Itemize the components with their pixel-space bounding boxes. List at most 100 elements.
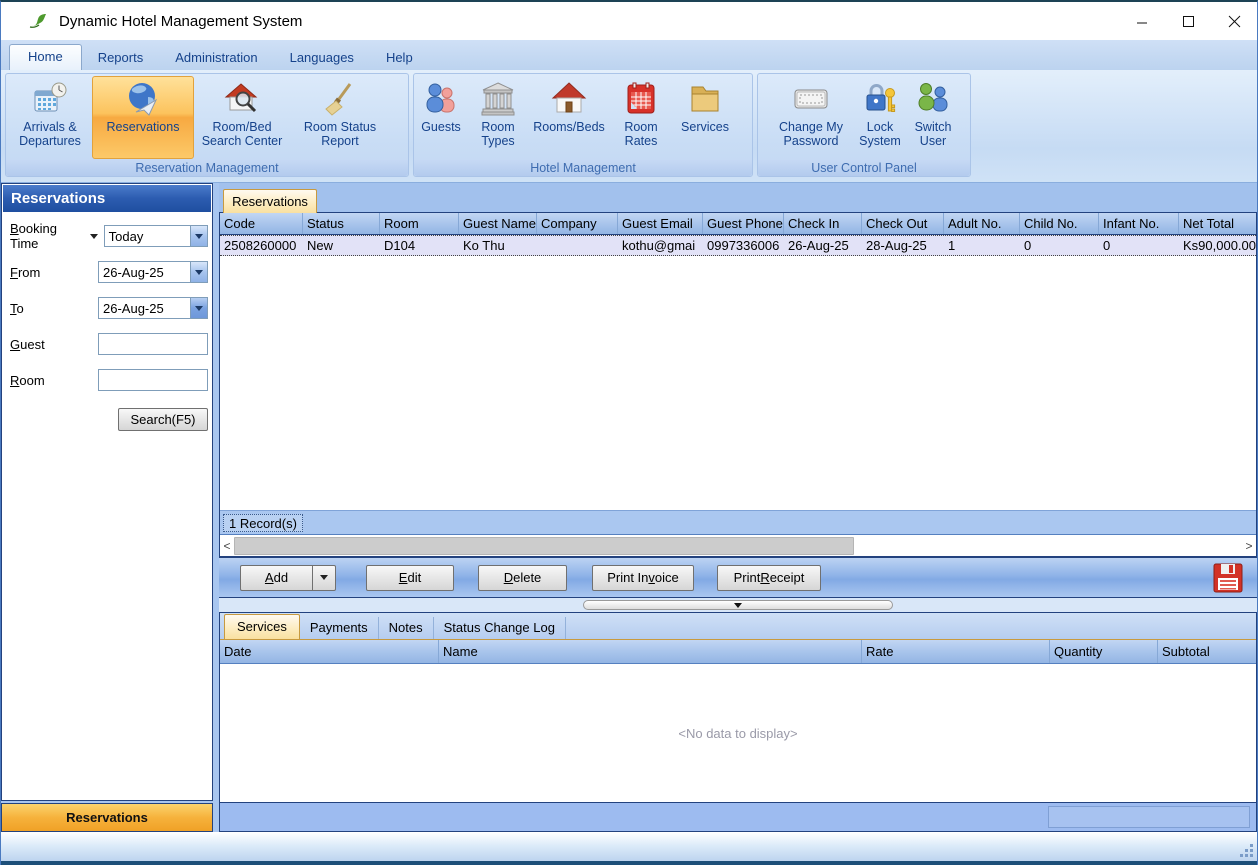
column-header[interactable]: Name (439, 640, 862, 663)
tab-languages[interactable]: Languages (274, 46, 370, 70)
column-header[interactable]: Rate (862, 640, 1050, 663)
column-header[interactable]: Check Out (862, 213, 944, 234)
from-date-dropdown-button[interactable] (190, 262, 207, 282)
column-header[interactable]: Room (380, 213, 459, 234)
column-header[interactable]: Subtotal (1158, 640, 1256, 663)
folder-icon (687, 81, 723, 117)
resize-grip[interactable] (1238, 842, 1253, 857)
column-header[interactable]: Guest Phone (703, 213, 784, 234)
column-header[interactable]: Company (537, 213, 618, 234)
guest-input[interactable] (98, 333, 208, 355)
from-date-combo[interactable]: 26-Aug-25 (98, 261, 208, 283)
room-rates-button[interactable]: Room Rates (608, 76, 674, 159)
to-date-dropdown-button[interactable] (190, 298, 207, 318)
grid-header-row: Code Status Room Guest Name Company Gues… (220, 213, 1256, 235)
add-button[interactable]: Add (240, 565, 312, 591)
lock-system-button[interactable]: Lock System (856, 76, 904, 159)
rate-calendar-icon (623, 81, 659, 117)
ribbon: Arrivals & Departures Reservations (1, 70, 1257, 183)
calendar-clock-icon (32, 81, 68, 117)
ribbon-button-label: Reservations (107, 120, 180, 134)
tab-reports[interactable]: Reports (82, 46, 160, 70)
tab-home[interactable]: Home (9, 44, 82, 70)
maximize-button[interactable] (1165, 6, 1211, 36)
table-row[interactable]: 2508260000 New D104 Ko Thu kothu@gmai 09… (220, 235, 1256, 256)
column-header[interactable]: Check In (784, 213, 862, 234)
search-sidebar: Reservations Booking Time Today From 26-… (1, 183, 213, 832)
change-password-button[interactable]: Change My Password (766, 76, 856, 159)
detail-tab-strip: Services Payments Notes Status Change Lo… (220, 613, 1256, 639)
rooms-beds-button[interactable]: Rooms/Beds (530, 76, 608, 159)
column-header[interactable]: Child No. (1020, 213, 1099, 234)
password-icon (789, 81, 833, 117)
column-header[interactable]: Guest Name (459, 213, 537, 234)
ribbon-button-label: Room/Bed Search Center (195, 120, 289, 148)
cell-child-no: 0 (1020, 236, 1099, 255)
column-header[interactable]: Code (220, 213, 303, 234)
scroll-left-icon[interactable]: < (220, 536, 234, 556)
room-status-report-button[interactable]: Room Status Report (290, 76, 390, 159)
edit-button[interactable]: Edit (366, 565, 454, 591)
reservations-grid-tab[interactable]: Reservations (223, 189, 317, 213)
column-header[interactable]: Date (220, 640, 439, 663)
tab-services[interactable]: Services (224, 614, 300, 639)
column-header[interactable]: Adult No. (944, 213, 1020, 234)
print-receipt-button[interactable]: Print Receipt (717, 565, 821, 591)
group-caption: User Control Panel (758, 160, 970, 176)
column-header[interactable]: Status (303, 213, 380, 234)
column-header[interactable]: Infant No. (1099, 213, 1179, 234)
status-bar (1, 832, 1257, 861)
ribbon-button-label: Room Status Report (291, 120, 389, 148)
cell-guest-email: kothu@gmai (618, 236, 703, 255)
add-dropdown-button[interactable] (312, 565, 336, 591)
to-date-combo[interactable]: 26-Aug-25 (98, 297, 208, 319)
group-caption: Hotel Management (414, 160, 752, 176)
tab-help[interactable]: Help (370, 46, 429, 70)
scrollbar-thumb[interactable] (234, 537, 854, 555)
delete-button[interactable]: Delete (478, 565, 567, 591)
nav-reservations-button[interactable]: Reservations (1, 803, 213, 832)
arrivals-departures-button[interactable]: Arrivals & Departures (8, 76, 92, 159)
collapse-splitter-handle[interactable] (583, 600, 893, 610)
search-button[interactable]: Search(F5) (118, 408, 208, 431)
minimize-button[interactable] (1119, 6, 1165, 36)
services-button[interactable]: Services (674, 76, 736, 159)
room-types-button[interactable]: Room Types (466, 76, 530, 159)
cell-code: 2508260000 (220, 236, 303, 255)
tab-status-change-log[interactable]: Status Change Log (434, 617, 566, 639)
reservations-button[interactable]: Reservations (92, 76, 194, 159)
detail-empty-area: <No data to display> (220, 664, 1256, 802)
print-invoice-button[interactable]: Print Invoice (592, 565, 694, 591)
main-panel: Reservations Code Status Room Guest Name… (219, 183, 1257, 832)
booking-time-dropdown-button[interactable] (190, 226, 207, 246)
house-search-icon (224, 81, 260, 117)
room-input[interactable] (98, 369, 208, 391)
ribbon-button-label: Room Rates (609, 120, 673, 148)
ribbon-button-label: Switch User (905, 120, 961, 148)
save-export-button[interactable] (1212, 562, 1244, 594)
booking-time-combo[interactable]: Today (104, 225, 208, 247)
tab-payments[interactable]: Payments (300, 617, 379, 639)
switch-user-button[interactable]: Switch User (904, 76, 962, 159)
chevron-down-icon (195, 306, 203, 311)
horizontal-scrollbar[interactable]: < > (220, 534, 1256, 556)
guests-button[interactable]: Guests (416, 76, 466, 159)
room-bed-search-button[interactable]: Room/Bed Search Center (194, 76, 290, 159)
building-icon (480, 81, 516, 117)
tab-notes[interactable]: Notes (379, 617, 434, 639)
title-bar: Dynamic Hotel Management System (1, 2, 1257, 40)
switch-user-icon (915, 81, 951, 117)
column-header[interactable]: Guest Email (618, 213, 703, 234)
ribbon-button-label: Room Types (467, 120, 529, 148)
booking-time-label: Booking Time (10, 221, 85, 251)
scroll-right-icon[interactable]: > (1242, 536, 1256, 556)
column-header[interactable]: Quantity (1050, 640, 1158, 663)
booking-time-menu-arrow[interactable] (90, 234, 98, 239)
guest-label: Guest (10, 337, 45, 352)
tab-administration[interactable]: Administration (159, 46, 273, 70)
cell-infant-no: 0 (1099, 236, 1179, 255)
ribbon-button-label: Services (681, 120, 729, 134)
column-header[interactable]: Net Total (1179, 213, 1256, 234)
close-button[interactable] (1211, 6, 1257, 36)
sidebar-title: Reservations (3, 185, 211, 212)
